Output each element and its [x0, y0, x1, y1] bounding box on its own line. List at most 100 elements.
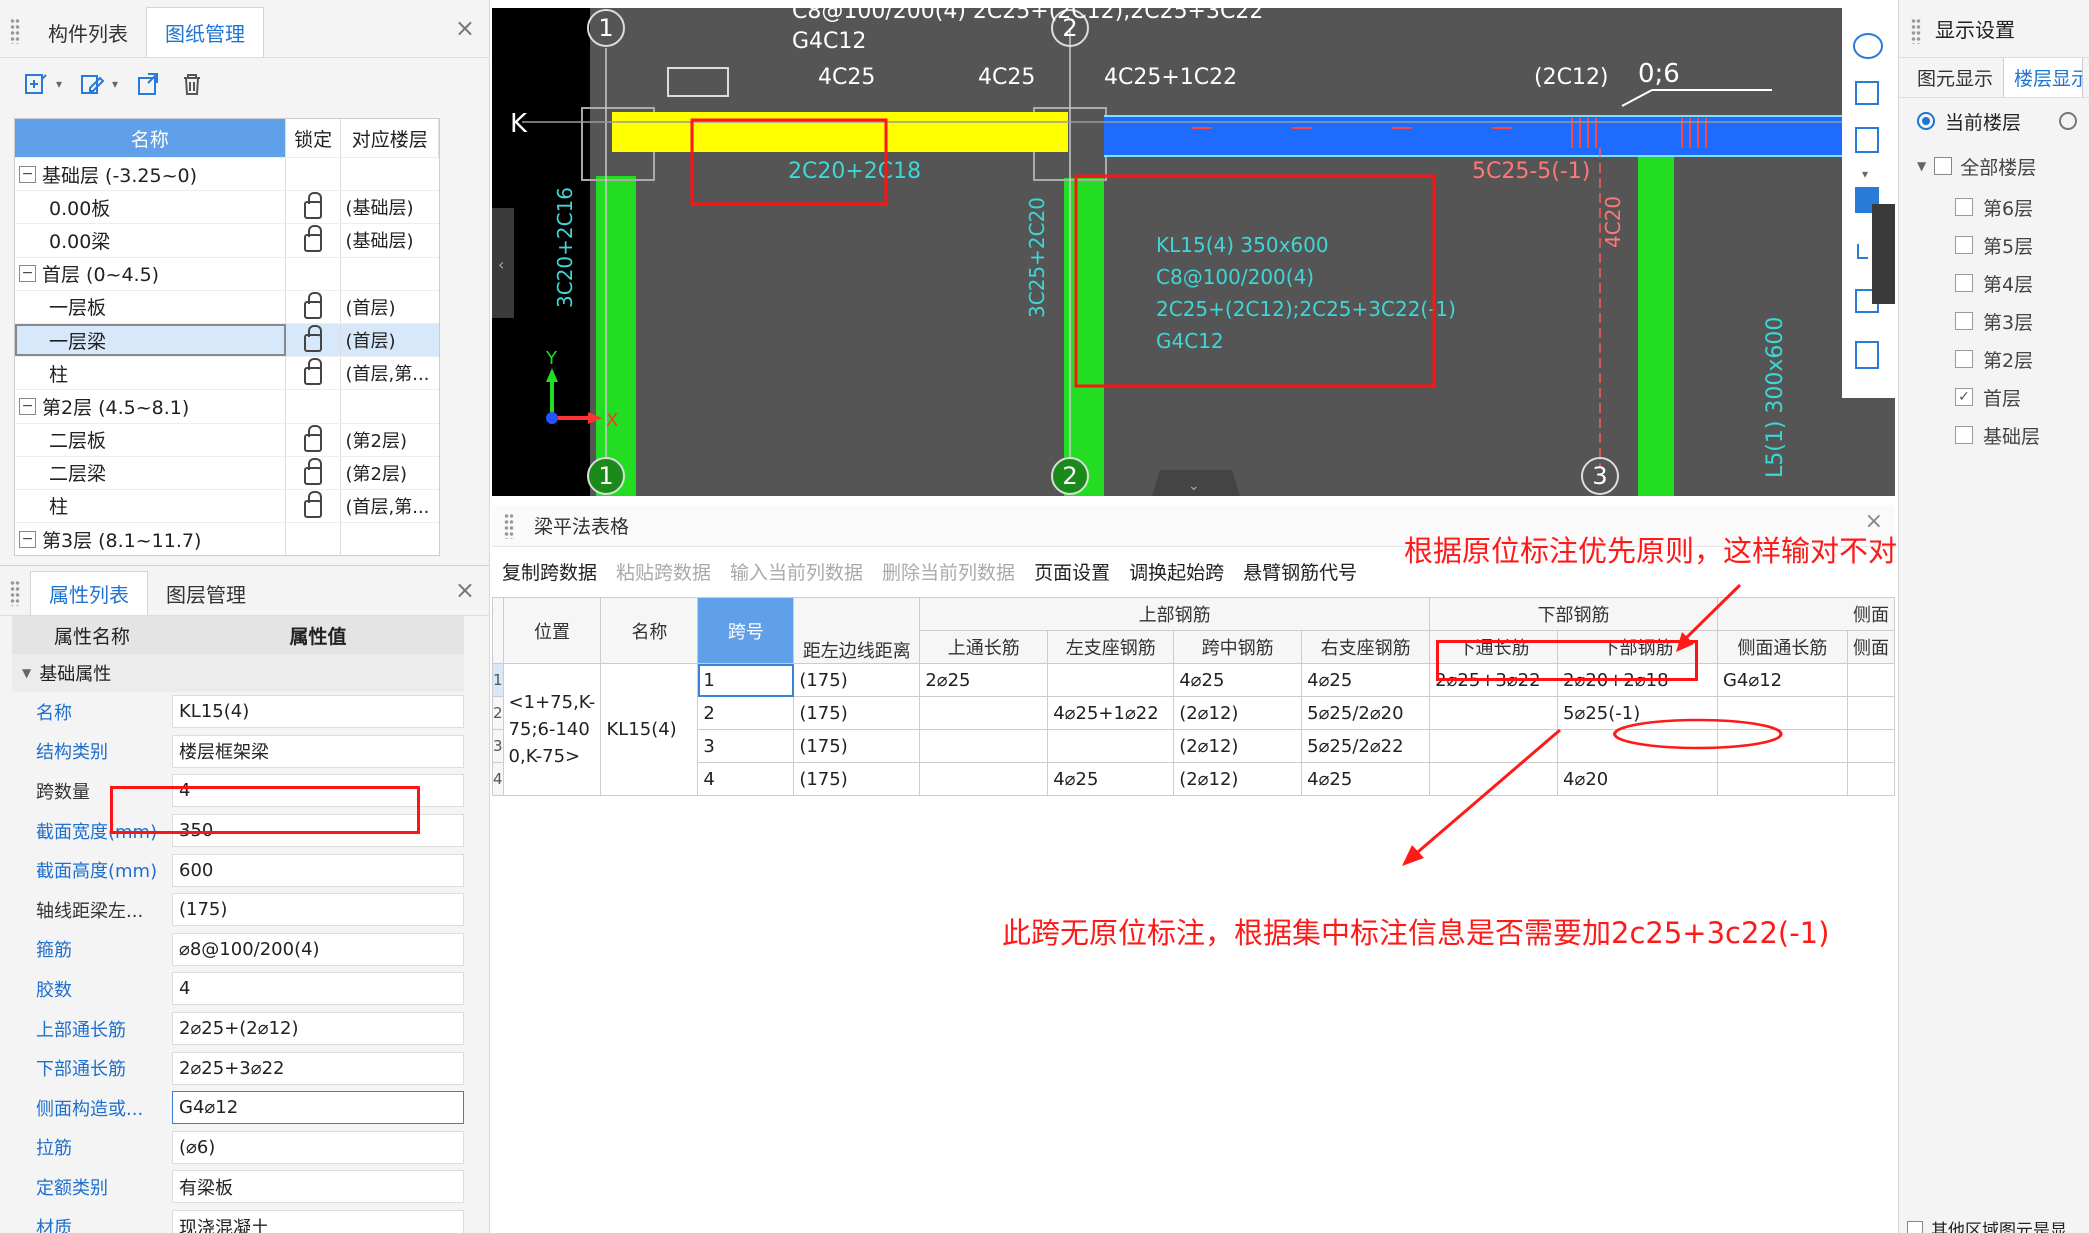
cell-side-2[interactable]	[1846, 663, 1896, 697]
lock-icon[interactable]	[304, 192, 323, 220]
collapse-icon[interactable]: ▼	[1917, 159, 1926, 173]
col-header-right-support[interactable]: 右支座钢筋	[1301, 630, 1431, 664]
beam-selected[interactable]	[612, 112, 1068, 152]
tab-property-list[interactable]: 属性列表	[30, 571, 148, 615]
cell-left[interactable]: 4⌀25	[1047, 762, 1175, 796]
cell-right[interactable]: 5⌀25/2⌀22	[1301, 729, 1431, 763]
cell-lower-long[interactable]	[1429, 696, 1559, 730]
col-header-lock[interactable]: 锁定	[286, 119, 342, 157]
col-header-floor[interactable]: 对应楼层	[341, 119, 439, 157]
cell-side[interactable]	[1716, 696, 1848, 730]
menu-item[interactable]: 删除当前列数据	[882, 558, 1015, 585]
collapse-icon[interactable]: ▼	[22, 666, 31, 680]
checkbox-all-floors[interactable]	[1934, 157, 1953, 175]
chevron-down-icon[interactable]: ▾	[56, 77, 62, 91]
checkbox-floor[interactable]	[1955, 426, 1973, 444]
cell-dist[interactable]: (175)	[793, 663, 921, 697]
row-index[interactable]: 1	[492, 663, 504, 697]
cell-position[interactable]: <1+75,K-75;6-1400,K-75>	[502, 663, 602, 796]
property-value-field[interactable]: 楼层框架梁	[172, 734, 464, 768]
cell-lower-long[interactable]	[1429, 729, 1559, 763]
tree-group-row[interactable]: − 第3层 (8.1~11.7)	[15, 522, 439, 556]
property-value-field[interactable]: 4	[172, 972, 464, 1006]
delete-button[interactable]	[178, 66, 206, 102]
drag-grip-icon[interactable]	[10, 580, 20, 606]
cell-mid[interactable]: (2⌀12)	[1173, 729, 1303, 763]
tab-floor-display[interactable]: 楼层显示	[2003, 57, 2084, 97]
cell-mid[interactable]: (2⌀12)	[1173, 762, 1303, 796]
cell-dist[interactable]: (175)	[793, 762, 921, 796]
tab-element-display[interactable]: 图元显示	[1907, 58, 2003, 97]
row-index[interactable]: 3	[492, 729, 504, 763]
tree-row[interactable]: 0.00梁 (基础层)	[15, 223, 439, 257]
cell-upper-long[interactable]	[919, 696, 1049, 730]
close-icon[interactable]: ×	[455, 14, 475, 42]
chevron-down-icon[interactable]: ▾	[1862, 167, 1868, 181]
col-header-distance[interactable]: 距左边线距离	[793, 597, 921, 664]
tab-component-list[interactable]: 构件列表	[30, 7, 146, 57]
cell-mid[interactable]: (2⌀12)	[1173, 696, 1303, 730]
property-value-field[interactable]: 现浇混凝土	[172, 1210, 464, 1233]
cell-right[interactable]: 4⌀25	[1301, 663, 1431, 697]
cell-lower[interactable]: 5⌀25(-1)	[1557, 696, 1718, 730]
edit-drawing-button[interactable]: ▾	[78, 66, 118, 102]
col-header-name[interactable]: 名称	[15, 119, 286, 157]
property-value-field[interactable]: ⌀8@100/200(4)	[172, 932, 464, 966]
tree-group-row[interactable]: − 第2层 (4.5~8.1)	[15, 389, 439, 423]
chevron-down-icon[interactable]: ▾	[112, 77, 118, 91]
cell-lower[interactable]	[1557, 729, 1718, 763]
cell-span[interactable]: 2	[697, 696, 795, 730]
radio-other[interactable]	[2059, 112, 2078, 130]
cell-beam-name[interactable]: KL15(4)	[600, 663, 699, 796]
checkbox-floor[interactable]	[1955, 274, 1973, 292]
cell-side-2[interactable]	[1846, 729, 1896, 763]
cell-left[interactable]: 4⌀25+1⌀22	[1047, 696, 1175, 730]
table-row[interactable]: 3 3 (175) (2⌀12) 5⌀25/2⌀22	[492, 729, 1896, 763]
collapse-toggle-icon[interactable]: −	[19, 265, 36, 283]
row-index[interactable]: 4	[492, 762, 504, 796]
property-value-field[interactable]: 2⌀25+3⌀22	[172, 1051, 464, 1085]
checkbox-floor[interactable]	[1955, 198, 1973, 216]
cell-left[interactable]	[1047, 729, 1175, 763]
cell-span[interactable]: 3	[697, 729, 795, 763]
cell-side-2[interactable]	[1846, 762, 1896, 796]
export-drawing-button[interactable]	[134, 66, 162, 102]
col-header-position[interactable]: 位置	[502, 597, 602, 664]
drag-grip-icon[interactable]	[504, 513, 514, 539]
close-icon[interactable]: ×	[455, 576, 475, 604]
tab-drawing-management[interactable]: 图纸管理	[146, 7, 264, 57]
col-header-mid[interactable]: 跨中钢筋	[1173, 630, 1303, 664]
table-row[interactable]: 4 4 (175) 4⌀25 (2⌀12) 4⌀25 4⌀20	[492, 762, 1896, 796]
cell-lower[interactable]: 4⌀20	[1557, 762, 1718, 796]
checkbox-floor[interactable]	[1955, 312, 1973, 330]
checkbox-floor[interactable]	[1955, 350, 1973, 368]
cell-dist[interactable]: (175)	[793, 696, 921, 730]
tab-layer-management[interactable]: 图层管理	[148, 571, 264, 615]
cell-span[interactable]: 4	[697, 762, 795, 796]
property-value-field[interactable]: (175)	[172, 893, 464, 927]
property-value-field[interactable]: KL15(4)	[172, 695, 464, 729]
collapse-toggle-icon[interactable]: −	[19, 165, 36, 183]
cell-upper-long[interactable]: 2⌀25	[919, 663, 1049, 697]
radio-current-floor[interactable]	[1917, 112, 1935, 130]
col-header-side-long[interactable]: 侧面通长筋	[1716, 630, 1848, 664]
property-group-basic[interactable]: ▼ 基础属性	[12, 654, 464, 692]
cell-side[interactable]	[1716, 762, 1848, 796]
add-drawing-button[interactable]: ▾	[22, 66, 62, 102]
table-row[interactable]: 2 2 (175) 4⌀25+1⌀22 (2⌀12) 5⌀25/2⌀20 5⌀25(-1)	[492, 696, 1896, 730]
tree-row[interactable]: 一层板 (首层)	[15, 289, 439, 323]
drag-grip-icon[interactable]	[1911, 18, 1921, 44]
property-value-field[interactable]: 2⌀25+(2⌀12)	[172, 1012, 464, 1046]
lock-icon[interactable]	[304, 325, 323, 353]
property-value-field[interactable]: 600	[172, 853, 464, 887]
cell-upper-long[interactable]	[919, 762, 1049, 796]
menu-item[interactable]: 调换起始跨	[1129, 558, 1224, 585]
property-value-field[interactable]: G4⌀12	[172, 1091, 464, 1125]
cell-left[interactable]	[1047, 663, 1175, 697]
cell-lower-long[interactable]	[1429, 762, 1559, 796]
checkbox-floor[interactable]: ✓	[1955, 388, 1973, 406]
collapse-toggle-icon[interactable]: −	[19, 397, 36, 415]
cell-upper-long[interactable]	[919, 729, 1049, 763]
lock-icon[interactable]	[304, 291, 323, 319]
collapse-right-tab[interactable]	[1872, 204, 1895, 304]
